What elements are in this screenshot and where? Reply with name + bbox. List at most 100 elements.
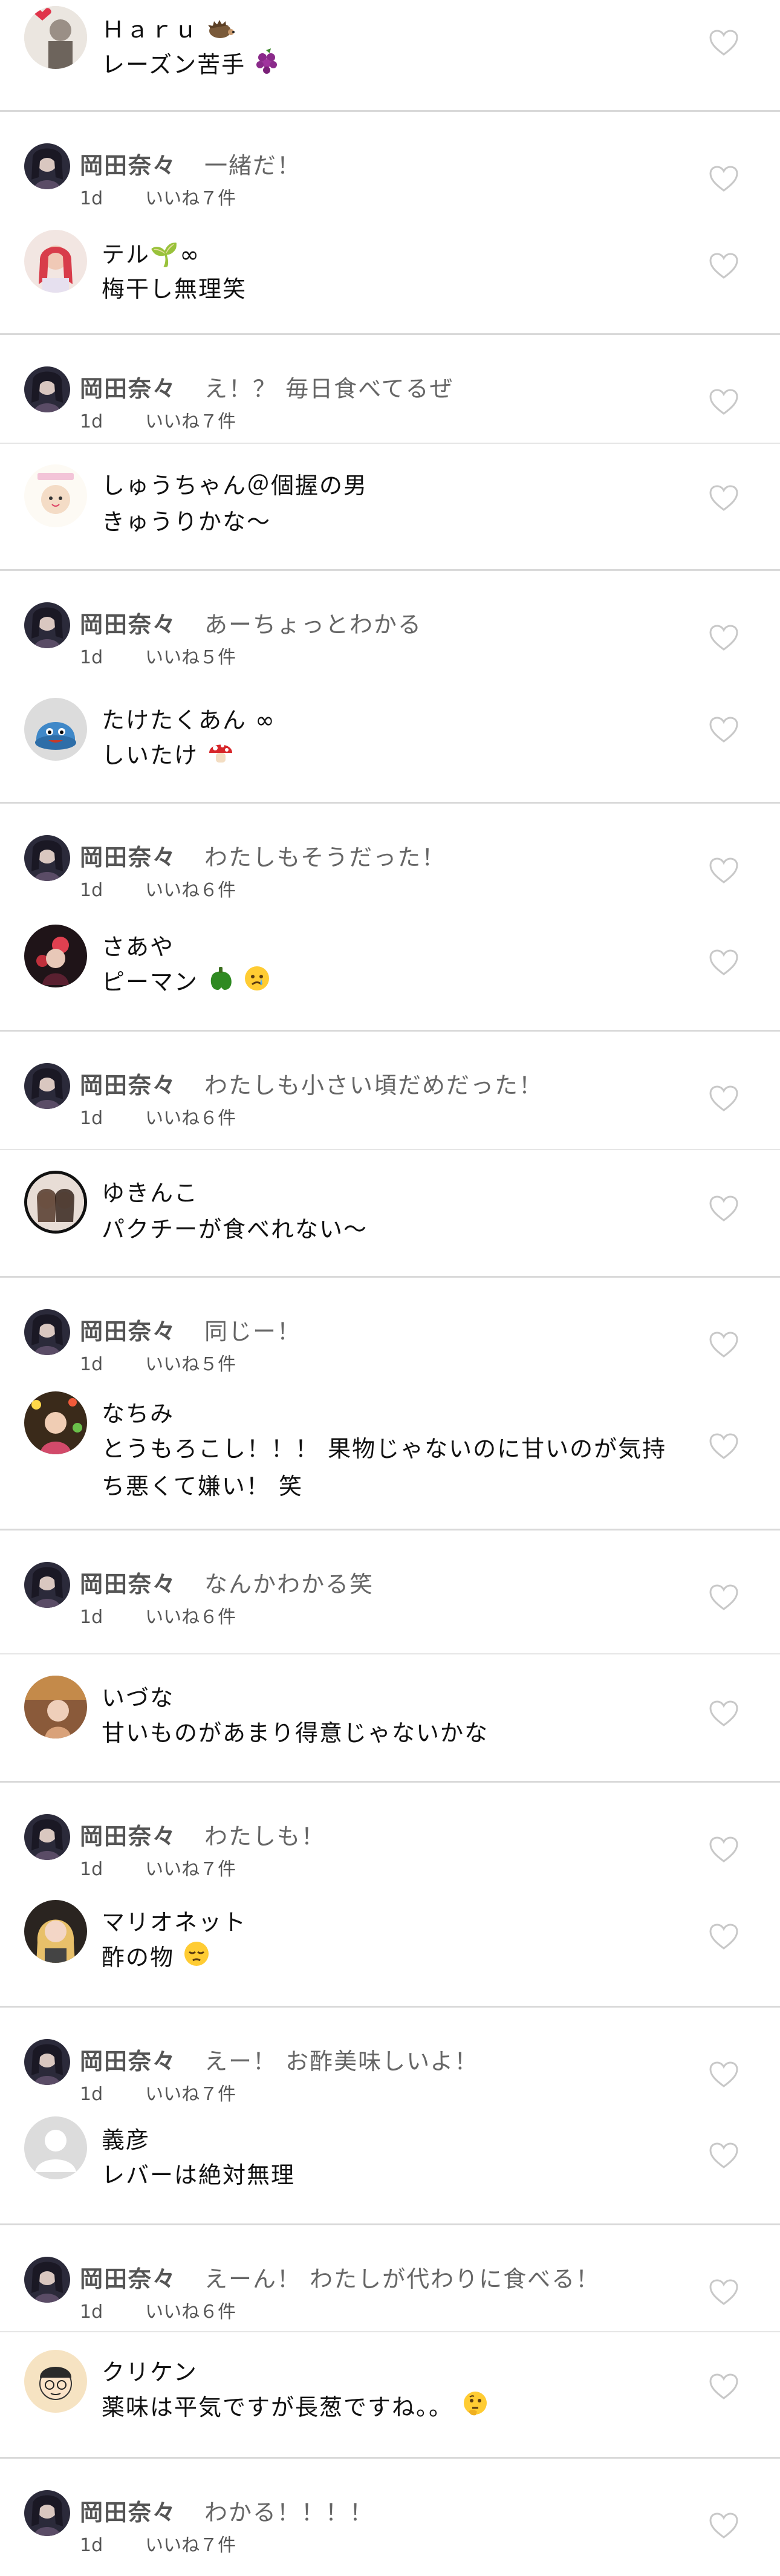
like-heart-icon[interactable] (709, 949, 739, 977)
reply-time: 1d (80, 647, 103, 668)
reply-author[interactable]: 岡田奈々 (80, 2043, 177, 2076)
comment-author[interactable]: 義彦 (102, 2121, 150, 2155)
sad-face-emoji (243, 964, 271, 1003)
reply-author[interactable]: 岡田奈々 (80, 1067, 177, 1100)
thinking-face-emoji (461, 2390, 489, 2428)
comment-author[interactable]: Ｈａｒｕ (102, 11, 235, 45)
like-heart-icon[interactable] (709, 1923, 739, 1951)
reply-meta: 1d いいね７件 (80, 2079, 236, 2106)
comment-author[interactable]: ゆきんこ (102, 1174, 198, 1208)
avatar[interactable] (24, 1676, 87, 1738)
like-heart-icon[interactable] (709, 2373, 739, 2401)
reply-likes[interactable]: いいね５件 (145, 647, 236, 668)
reply-time: 1d (80, 1859, 103, 1880)
comment-author[interactable]: マリオネット (102, 1904, 247, 1937)
comment-text: レバーは絶対無理 (102, 2162, 296, 2188)
reply-author[interactable]: 岡田奈々 (80, 606, 177, 639)
reply-text: わたしもそうだった！ (204, 844, 446, 871)
like-heart-icon[interactable] (709, 1584, 739, 1612)
like-heart-icon[interactable] (709, 1433, 739, 1460)
comment-author[interactable]: クリケン (102, 2353, 198, 2387)
like-heart-icon[interactable] (709, 1195, 739, 1223)
thread-divider (0, 802, 780, 804)
like-heart-icon[interactable] (709, 2278, 739, 2306)
reply-author-avatar[interactable] (24, 1814, 70, 1860)
reply-likes[interactable]: いいね７件 (145, 188, 236, 209)
comment-author[interactable]: さあや (102, 928, 174, 961)
reply-likes[interactable]: いいね７件 (145, 1859, 236, 1880)
reply-author-avatar[interactable] (24, 1309, 70, 1355)
avatar[interactable] (24, 925, 87, 987)
reply-author-avatar[interactable] (24, 143, 70, 189)
pensive-face-emoji (183, 1940, 210, 1979)
reply-author[interactable]: 岡田奈々 (80, 147, 177, 180)
reply-likes[interactable]: いいね７件 (145, 411, 236, 432)
reply-author-avatar[interactable] (24, 602, 70, 648)
comment-text: パクチーが食べれない〜 (102, 1216, 368, 1243)
reply-author[interactable]: 岡田奈々 (80, 2494, 177, 2527)
avatar[interactable] (24, 1171, 87, 1234)
comment-author[interactable]: しゅうちゃん＠個握の男 (102, 467, 368, 500)
like-heart-icon[interactable] (709, 2512, 739, 2540)
like-heart-icon[interactable] (709, 29, 739, 57)
reply-author-avatar[interactable] (24, 366, 70, 412)
reply-author[interactable]: 岡田奈々 (80, 839, 177, 872)
like-heart-icon[interactable] (709, 624, 739, 652)
avatar[interactable] (24, 1900, 87, 1963)
pepper-emoji (207, 964, 235, 1003)
reply-author-avatar[interactable] (24, 1562, 70, 1608)
reply-author[interactable]: 岡田奈々 (80, 1313, 177, 1346)
avatar[interactable] (24, 464, 87, 527)
default-avatar-icon[interactable] (24, 2116, 87, 2179)
reply-likes[interactable]: いいね７件 (145, 2084, 236, 2105)
like-heart-icon[interactable] (709, 1085, 739, 1113)
avatar[interactable] (24, 2350, 87, 2413)
reply-author[interactable]: 岡田奈々 (80, 1566, 177, 1599)
like-heart-icon[interactable] (709, 388, 739, 416)
reply-time: 1d (80, 880, 103, 901)
reply-likes[interactable]: いいね６件 (145, 1607, 236, 1628)
comment-author[interactable]: なちみ (102, 1395, 174, 1428)
like-heart-icon[interactable] (709, 857, 739, 885)
reply-author-avatar[interactable] (24, 1063, 70, 1109)
avatar[interactable] (24, 1391, 87, 1454)
like-heart-icon[interactable] (709, 484, 739, 512)
like-heart-icon[interactable] (709, 716, 739, 744)
comment-text: 酢の物 (102, 1939, 682, 1979)
reply-author[interactable]: 岡田奈々 (80, 2260, 177, 2294)
reply-likes[interactable]: いいね６件 (145, 2301, 236, 2323)
like-heart-icon[interactable] (709, 252, 739, 280)
reply-author-avatar[interactable] (24, 2039, 70, 2085)
like-heart-icon[interactable] (709, 165, 739, 193)
like-heart-icon[interactable] (709, 2061, 739, 2089)
avatar[interactable] (24, 698, 87, 761)
reply-author[interactable]: 岡田奈々 (80, 1818, 177, 1851)
avatar[interactable] (24, 230, 87, 293)
reply-author-avatar[interactable] (24, 835, 70, 881)
avatar[interactable] (24, 6, 87, 69)
reply-author-avatar[interactable] (24, 2257, 70, 2303)
reply-time: 1d (80, 1354, 103, 1375)
like-heart-icon[interactable] (709, 2142, 739, 2170)
reply-likes[interactable]: いいね７件 (145, 2535, 236, 2556)
reply-meta: 1d いいね６件 (80, 1103, 236, 1130)
grapes-emoji (254, 48, 281, 85)
comment-author[interactable]: いづな (102, 1679, 174, 1712)
reply-author-avatar[interactable] (24, 2490, 70, 2536)
like-heart-icon[interactable] (709, 1331, 739, 1359)
reply-likes[interactable]: いいね６件 (145, 880, 236, 901)
reply-time: 1d (80, 2301, 103, 2323)
reply-meta: 1d いいね５件 (80, 642, 236, 669)
reply-likes[interactable]: いいね６件 (145, 1108, 236, 1129)
comment-author[interactable]: テル🌱∞ (102, 236, 200, 269)
reply-meta: 1d いいね６件 (80, 1602, 236, 1628)
thread-divider (0, 1781, 780, 1783)
comment-author[interactable]: たけたくあん ∞ (102, 701, 276, 735)
reply-likes[interactable]: いいね５件 (145, 1354, 236, 1375)
like-heart-icon[interactable] (709, 1700, 739, 1728)
like-heart-icon[interactable] (709, 1836, 739, 1864)
reply-time: 1d (80, 411, 103, 432)
comment-text: しいたけ (102, 737, 682, 776)
reply-author[interactable]: 岡田奈々 (80, 370, 177, 403)
thread-divider (0, 569, 780, 571)
